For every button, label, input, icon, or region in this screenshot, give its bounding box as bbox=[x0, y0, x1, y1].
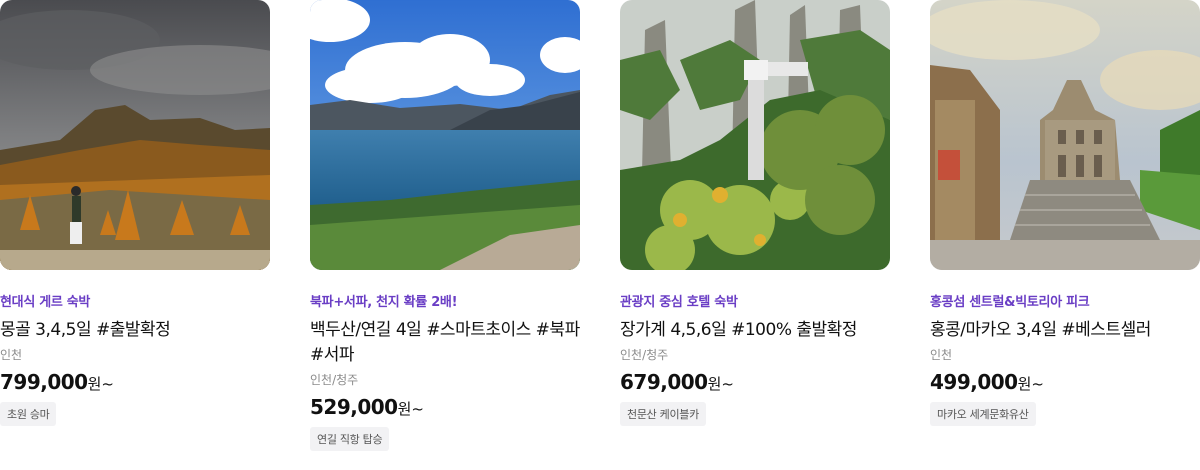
departure-city: 인천/청주 bbox=[310, 373, 359, 387]
product-card-zhangjiajie[interactable]: 관광지 중심 호텔 숙박 장가계 4,5,6일 #100% 출발확정 인천/청주… bbox=[620, 0, 890, 426]
price-amount: 499,000 bbox=[930, 370, 1018, 394]
product-image-mongolia[interactable] bbox=[0, 0, 270, 270]
feature-badge: 천문산 케이블카 bbox=[620, 402, 706, 426]
price-amount: 799,000 bbox=[0, 370, 88, 394]
baekdu-crater-lake-photo bbox=[310, 0, 580, 270]
feature-badge: 연길 직항 탑승 bbox=[310, 427, 390, 451]
product-card-mongolia[interactable]: 현대식 게르 숙박 몽골 3,4,5일 #출발확정 인천 799,000 원~ … bbox=[0, 0, 270, 426]
product-title[interactable]: 홍콩/마카오 3,4일 #베스트셀러 bbox=[930, 318, 1200, 343]
macau-st-pauls-ruins-photo bbox=[930, 0, 1200, 270]
departure-city: 인천 bbox=[930, 348, 953, 362]
product-title[interactable]: 장가계 4,5,6일 #100% 출발확정 bbox=[620, 318, 890, 343]
product-title[interactable]: 백두산/연길 4일 #스마트초이스 #북파 #서파 bbox=[310, 318, 580, 368]
product-card-hongkong-macau[interactable]: 홍콩섬 센트럴&빅토리아 피크 홍콩/마카오 3,4일 #베스트셀러 인천 49… bbox=[930, 0, 1200, 426]
departure-city: 인천 bbox=[0, 348, 23, 362]
price-row: 679,000 원~ bbox=[620, 370, 890, 394]
feature-badge: 마카오 세계문화유산 bbox=[930, 402, 1036, 426]
price-row: 499,000 원~ bbox=[930, 370, 1200, 394]
product-card-baekdu[interactable]: 북파+서파, 천지 확률 2배! 백두산/연길 4일 #스마트초이스 #북파 #… bbox=[310, 0, 580, 451]
price-suffix: 원~ bbox=[1017, 375, 1044, 393]
product-image-zhangjiajie[interactable] bbox=[620, 0, 890, 270]
price-suffix: 원~ bbox=[707, 375, 734, 393]
price-suffix: 원~ bbox=[397, 400, 424, 418]
price-row: 799,000 원~ bbox=[0, 370, 270, 394]
product-image-baekdu[interactable] bbox=[310, 0, 580, 270]
price-amount: 679,000 bbox=[620, 370, 708, 394]
promo-tag: 홍콩섬 센트럴&빅토리아 피크 bbox=[930, 295, 1090, 310]
price-amount: 529,000 bbox=[310, 395, 398, 419]
price-row: 529,000 원~ bbox=[310, 395, 580, 419]
promo-tag: 북파+서파, 천지 확률 2배! bbox=[310, 295, 458, 310]
product-title[interactable]: 몽골 3,4,5일 #출발확정 bbox=[0, 318, 270, 343]
zhangjiajie-cliffs-photo bbox=[620, 0, 890, 270]
departure-city: 인천/청주 bbox=[620, 348, 669, 362]
price-suffix: 원~ bbox=[87, 375, 114, 393]
mongolia-steppe-photo bbox=[0, 0, 270, 270]
product-image-hongkong-macau[interactable] bbox=[930, 0, 1200, 270]
promo-tag: 현대식 게르 숙박 bbox=[0, 295, 91, 310]
promo-tag: 관광지 중심 호텔 숙박 bbox=[620, 295, 738, 310]
feature-badge: 초원 승마 bbox=[0, 402, 57, 426]
